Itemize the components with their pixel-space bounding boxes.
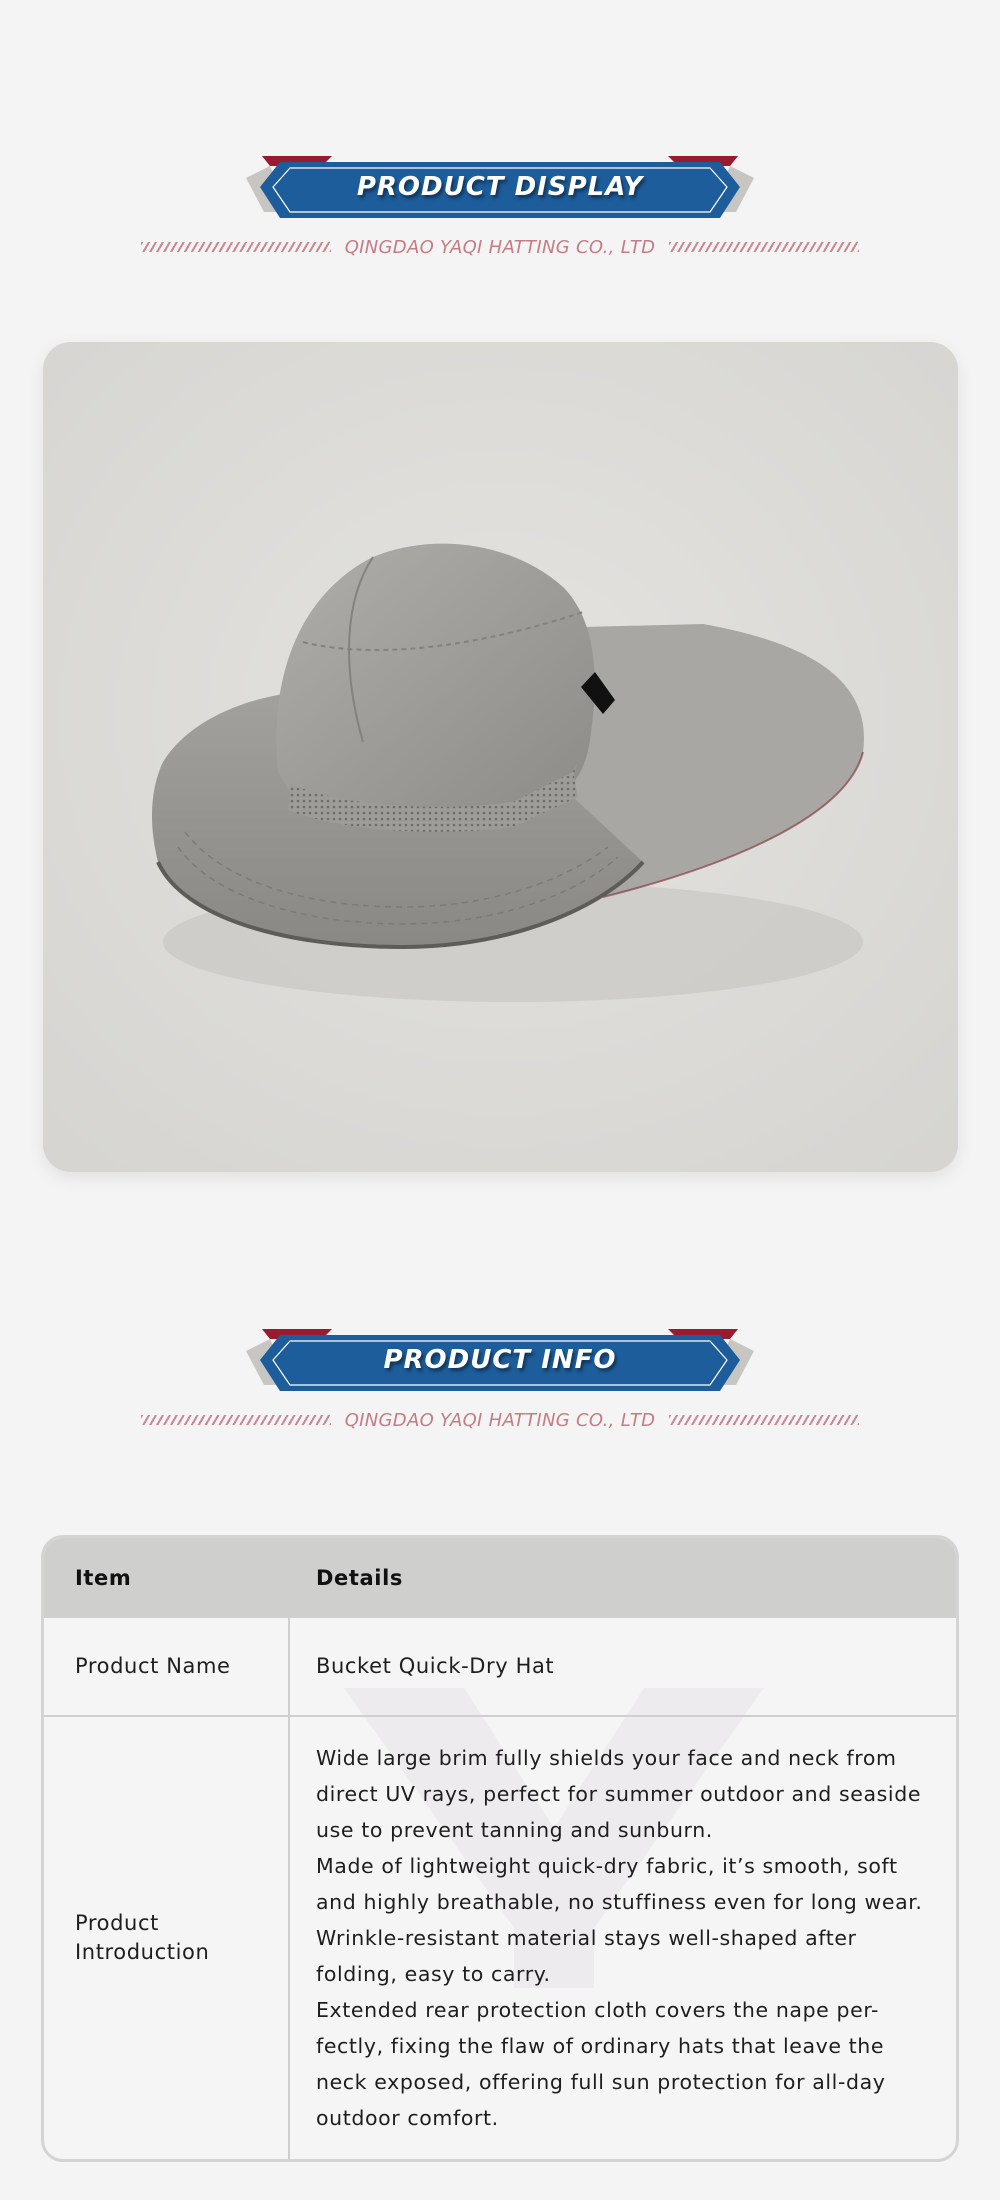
- cell-item: Product Introduction: [44, 1716, 290, 2159]
- section-title: PRODUCT INFO: [383, 1345, 617, 1375]
- cell-item: Product Name: [44, 1618, 290, 1716]
- cell-details: Wide large brim fully shields your face …: [289, 1716, 956, 2159]
- product-info-header: PRODUCT INFO QINGDAO YAQI HATTING CO., L…: [0, 1325, 1000, 1455]
- product-image: [43, 342, 958, 1172]
- cell-item-line: Introduction: [75, 1940, 210, 1964]
- table-header-row: Item Details: [44, 1538, 956, 1618]
- intro-paragraph: Wide large brim fully shields your face …: [316, 1746, 922, 1842]
- company-name: QINGDAO YAQI HATTING CO., LTD: [344, 1409, 656, 1431]
- table-row: Product Introduction Wide large brim ful…: [44, 1716, 956, 2159]
- header-details: Details: [316, 1566, 403, 1590]
- bucket-hat-illustration: [43, 342, 958, 1172]
- info-table: Item Details Product Name Bucket Quick-D…: [44, 1538, 956, 2159]
- company-line: QINGDAO YAQI HATTING CO., LTD: [0, 1405, 1000, 1435]
- company-line: QINGDAO YAQI HATTING CO., LTD: [0, 232, 1000, 262]
- cell-details: Bucket Quick-Dry Hat: [316, 1654, 555, 1678]
- product-info-table: Item Details Product Name Bucket Quick-D…: [41, 1535, 959, 2162]
- intro-paragraph: Extended rear protection cloth covers th…: [316, 1998, 886, 2130]
- intro-paragraph: Made of lightweight quick-dry fabric, it…: [316, 1854, 923, 1986]
- decorative-hatch-right: [669, 1415, 860, 1425]
- decorative-hatch-left: [140, 242, 331, 252]
- table-row: Product Name Bucket Quick-Dry Hat: [44, 1618, 956, 1716]
- header-item: Item: [44, 1538, 290, 1618]
- section-title: PRODUCT DISPLAY: [356, 172, 644, 202]
- cell-item-line: Product: [75, 1911, 159, 1935]
- product-display-header: PRODUCT DISPLAY QINGDAO YAQI HATTING CO.…: [0, 152, 1000, 282]
- decorative-hatch-right: [669, 242, 860, 252]
- decorative-hatch-left: [140, 1415, 331, 1425]
- company-name: QINGDAO YAQI HATTING CO., LTD: [344, 236, 656, 258]
